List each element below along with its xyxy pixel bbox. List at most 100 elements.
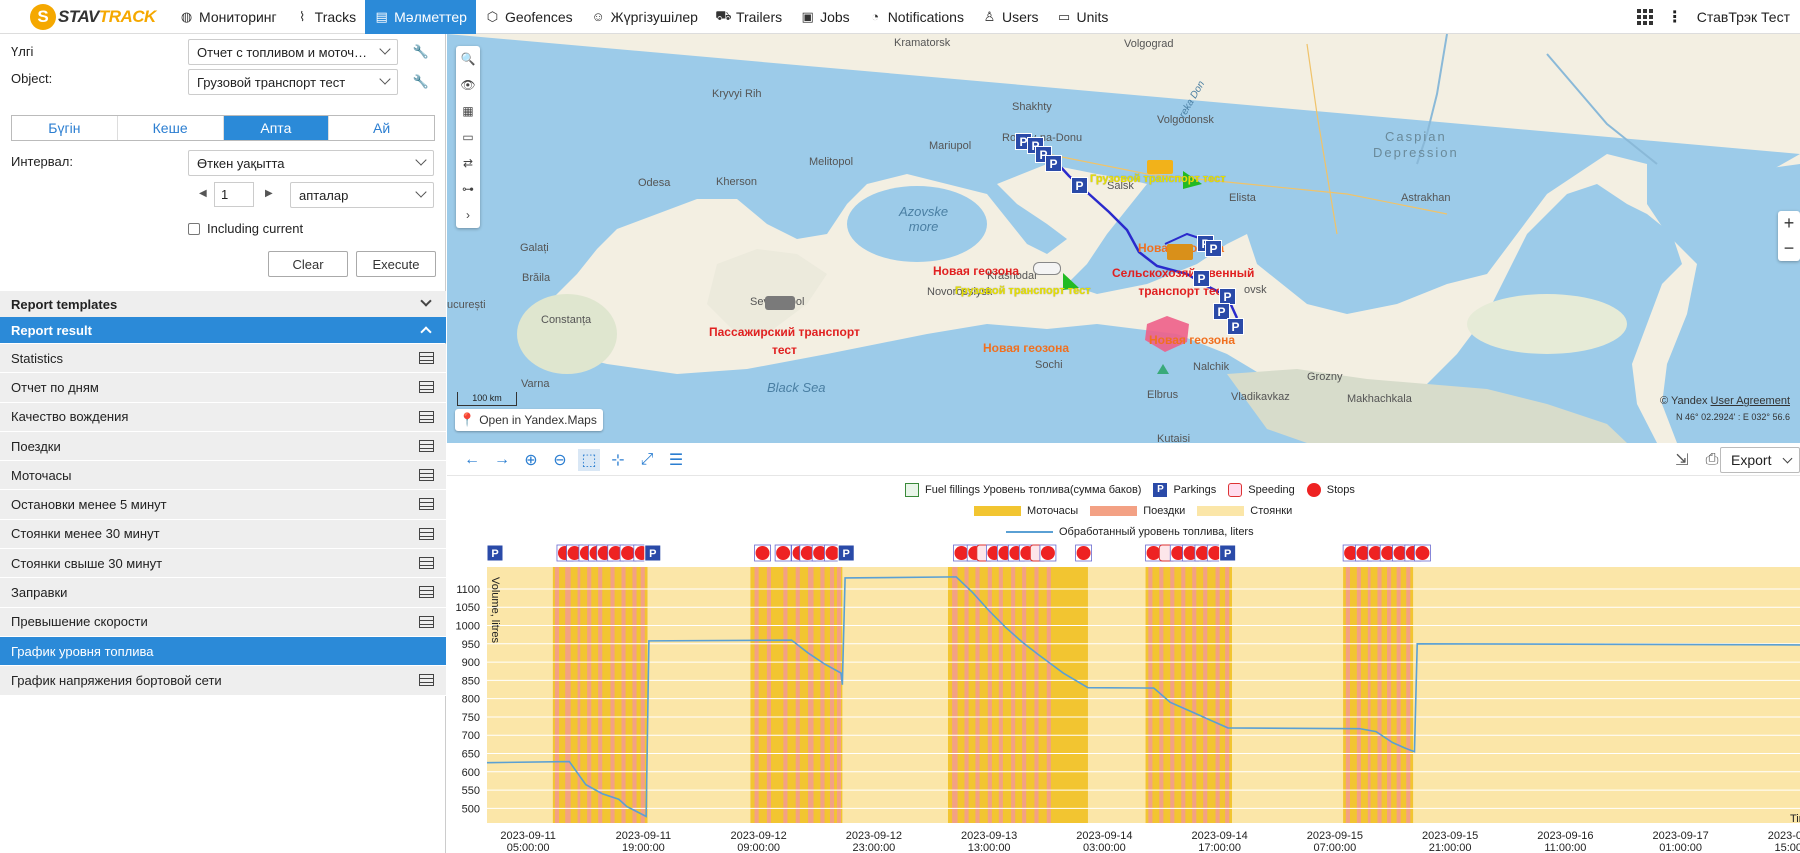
parking-icon[interactable]: P xyxy=(1205,240,1222,257)
object-select[interactable]: Грузовой транспорт тест xyxy=(188,69,398,95)
report-result-item[interactable]: Превышение скорости xyxy=(0,607,446,637)
report-result-item[interactable]: Моточасы xyxy=(0,461,446,491)
tab-today[interactable]: Бүгін xyxy=(12,116,118,140)
stavtrack-logo[interactable]: S STAVTRACK xyxy=(0,0,170,34)
trip-band xyxy=(1367,567,1371,823)
interval-select[interactable]: Өткен уақытта xyxy=(188,150,434,176)
nav-мәлметтер[interactable]: ▤ Мәлметтер xyxy=(365,0,476,34)
trip-band xyxy=(1170,567,1175,823)
report-result-item[interactable]: График уровня топлива xyxy=(0,636,446,667)
fuel-level-chart[interactable]: 500 550 600 650 700 750 800 850 900 950 1000 1050 11… xyxy=(447,443,1800,853)
table-view-icon[interactable] xyxy=(419,557,434,570)
y-tick-label: 650 xyxy=(462,749,480,761)
report-result-item[interactable]: Поездки xyxy=(0,431,446,462)
report-result-item[interactable]: Стоянки менее 30 минут xyxy=(0,519,446,550)
interval-unit-select[interactable]: апталар xyxy=(290,182,434,208)
increment-icon[interactable]: ▶ xyxy=(265,188,273,199)
table-view-icon[interactable] xyxy=(419,527,434,540)
trip-band xyxy=(766,567,772,823)
clear-button[interactable]: Clear xyxy=(268,251,348,277)
y-tick-label: 700 xyxy=(462,730,480,742)
table-view-icon[interactable] xyxy=(419,674,434,687)
table-view-icon[interactable] xyxy=(419,352,434,364)
geofence-label: Новая геозона xyxy=(933,264,1019,278)
parking-icon[interactable]: P xyxy=(1227,318,1244,335)
table-view-icon[interactable] xyxy=(419,615,434,628)
x-tick-date: 2023-09-11 xyxy=(500,830,555,842)
map-route-icon[interactable]: ⇄ xyxy=(456,150,480,176)
apps-grid-icon[interactable] xyxy=(1636,8,1653,25)
trip-band xyxy=(808,567,814,823)
report-templates-header[interactable]: Report templates xyxy=(0,291,446,317)
user-agreement-link[interactable]: User Agreement xyxy=(1711,395,1790,407)
map-eye-icon[interactable]: 👁 xyxy=(456,72,480,98)
table-view-icon[interactable] xyxy=(419,381,434,394)
tab-yesterday[interactable]: Кеше xyxy=(118,116,224,140)
user-account-name[interactable]: СтавТрэк Тест xyxy=(1697,9,1790,25)
report-result-item[interactable]: График напряжения бортовой сети xyxy=(0,666,446,696)
report-result-item[interactable]: Заправки xyxy=(0,578,446,608)
nav-users[interactable]: ♙ Users xyxy=(973,0,1048,34)
table-view-icon[interactable] xyxy=(419,469,434,482)
nav-label: Geofences xyxy=(504,8,573,25)
execute-button[interactable]: Execute xyxy=(356,251,436,277)
map-scale: 100 km xyxy=(457,392,517,406)
nav-tracks[interactable]: ⌇ Tracks xyxy=(286,0,365,34)
parking-icon[interactable]: P xyxy=(1193,270,1210,287)
report-result-item[interactable]: Стоянки свыше 30 минут xyxy=(0,549,446,579)
nav-trailers[interactable]: ⛟ Trailers xyxy=(707,0,791,34)
template-select[interactable]: Отчет с топливом и моточ… xyxy=(188,39,398,65)
table-view-icon[interactable] xyxy=(419,586,434,599)
nav-мониторинг[interactable]: ◍ Мониторинг xyxy=(170,0,286,34)
nav-jobs[interactable]: ▣ Jobs xyxy=(791,0,859,34)
bus-icon[interactable] xyxy=(765,296,795,310)
fuel-chart-panel: ← → ⊕ ⊖ ⬚ ⊹ ⤢ ☰ ⇲ ⎙ Export Fuel fillings… xyxy=(447,443,1800,853)
trip-band xyxy=(829,567,835,823)
truck-icon[interactable] xyxy=(1147,160,1173,174)
table-view-icon[interactable] xyxy=(419,498,434,511)
x-tick-date: 2023-09-15 xyxy=(1422,830,1478,842)
map-measure-icon[interactable]: ▭ xyxy=(456,124,480,150)
object-settings-wrench-icon[interactable]: 🔧 xyxy=(411,72,431,92)
nav-жүргізушілер[interactable]: ☺ Жүргізушілер xyxy=(582,0,707,34)
place-label: Volgograd xyxy=(1124,38,1174,50)
nav-units[interactable]: ▭ Units xyxy=(1048,0,1118,34)
map-copyright: © Yandex User Agreement xyxy=(1659,395,1790,407)
tab-month[interactable]: Ай xyxy=(329,116,434,140)
trip-band xyxy=(1377,567,1382,823)
stop-marker xyxy=(1146,546,1161,560)
decrement-icon[interactable]: ◀ xyxy=(199,188,207,199)
nav-notifications[interactable]: ◔ Notifications xyxy=(859,0,973,34)
chevron-down-icon xyxy=(379,43,391,55)
map-expand-icon[interactable]: › xyxy=(456,202,480,228)
nav-label: Жүргізушілер xyxy=(610,8,698,25)
table-view-icon[interactable] xyxy=(419,410,434,423)
plot-background xyxy=(487,567,1800,823)
more-menu-icon[interactable]: ⋮ xyxy=(1667,7,1683,27)
report-result-item[interactable]: Statistics xyxy=(0,344,446,374)
parking-icon[interactable]: P xyxy=(1071,177,1088,194)
including-current-checkbox[interactable] xyxy=(188,223,200,235)
report-result-item[interactable]: Качество вождения xyxy=(0,402,446,432)
zoom-out-icon[interactable]: − xyxy=(1778,236,1800,261)
unit-label-passenger: Пассажирский транспорт тест xyxy=(709,325,860,357)
nav-geofences[interactable]: ⬡ Geofences xyxy=(476,0,582,34)
car-icon[interactable] xyxy=(1033,262,1061,275)
map-geofence-icon[interactable]: ⊶ xyxy=(456,176,480,202)
stop-marker xyxy=(1076,546,1091,560)
open-in-yandex-link[interactable]: 📍 Open in Yandex.Maps xyxy=(455,409,603,431)
report-result-item[interactable]: Отчет по дням xyxy=(0,373,446,403)
report-result-header[interactable]: Report result xyxy=(0,317,446,343)
report-result-item[interactable]: Остановки менее 5 минут xyxy=(0,490,446,520)
interval-count-input[interactable]: 1 xyxy=(214,182,254,207)
table-view-icon[interactable] xyxy=(419,439,434,452)
template-settings-wrench-icon[interactable]: 🔧 xyxy=(411,42,431,62)
map-view[interactable]: Volgograd Kramatorsk Kryvyi Rih Caspian … xyxy=(447,34,1800,443)
parking-icon[interactable]: P xyxy=(1045,155,1062,172)
map-layers-icon[interactable]: ▦ xyxy=(456,98,480,124)
tractor-icon[interactable] xyxy=(1167,244,1193,260)
tab-week[interactable]: Апта xyxy=(223,116,330,140)
map-search-icon[interactable]: 🔍 xyxy=(456,46,480,72)
parking-marker-label: P xyxy=(649,548,656,560)
zoom-in-icon[interactable]: + xyxy=(1778,211,1800,236)
